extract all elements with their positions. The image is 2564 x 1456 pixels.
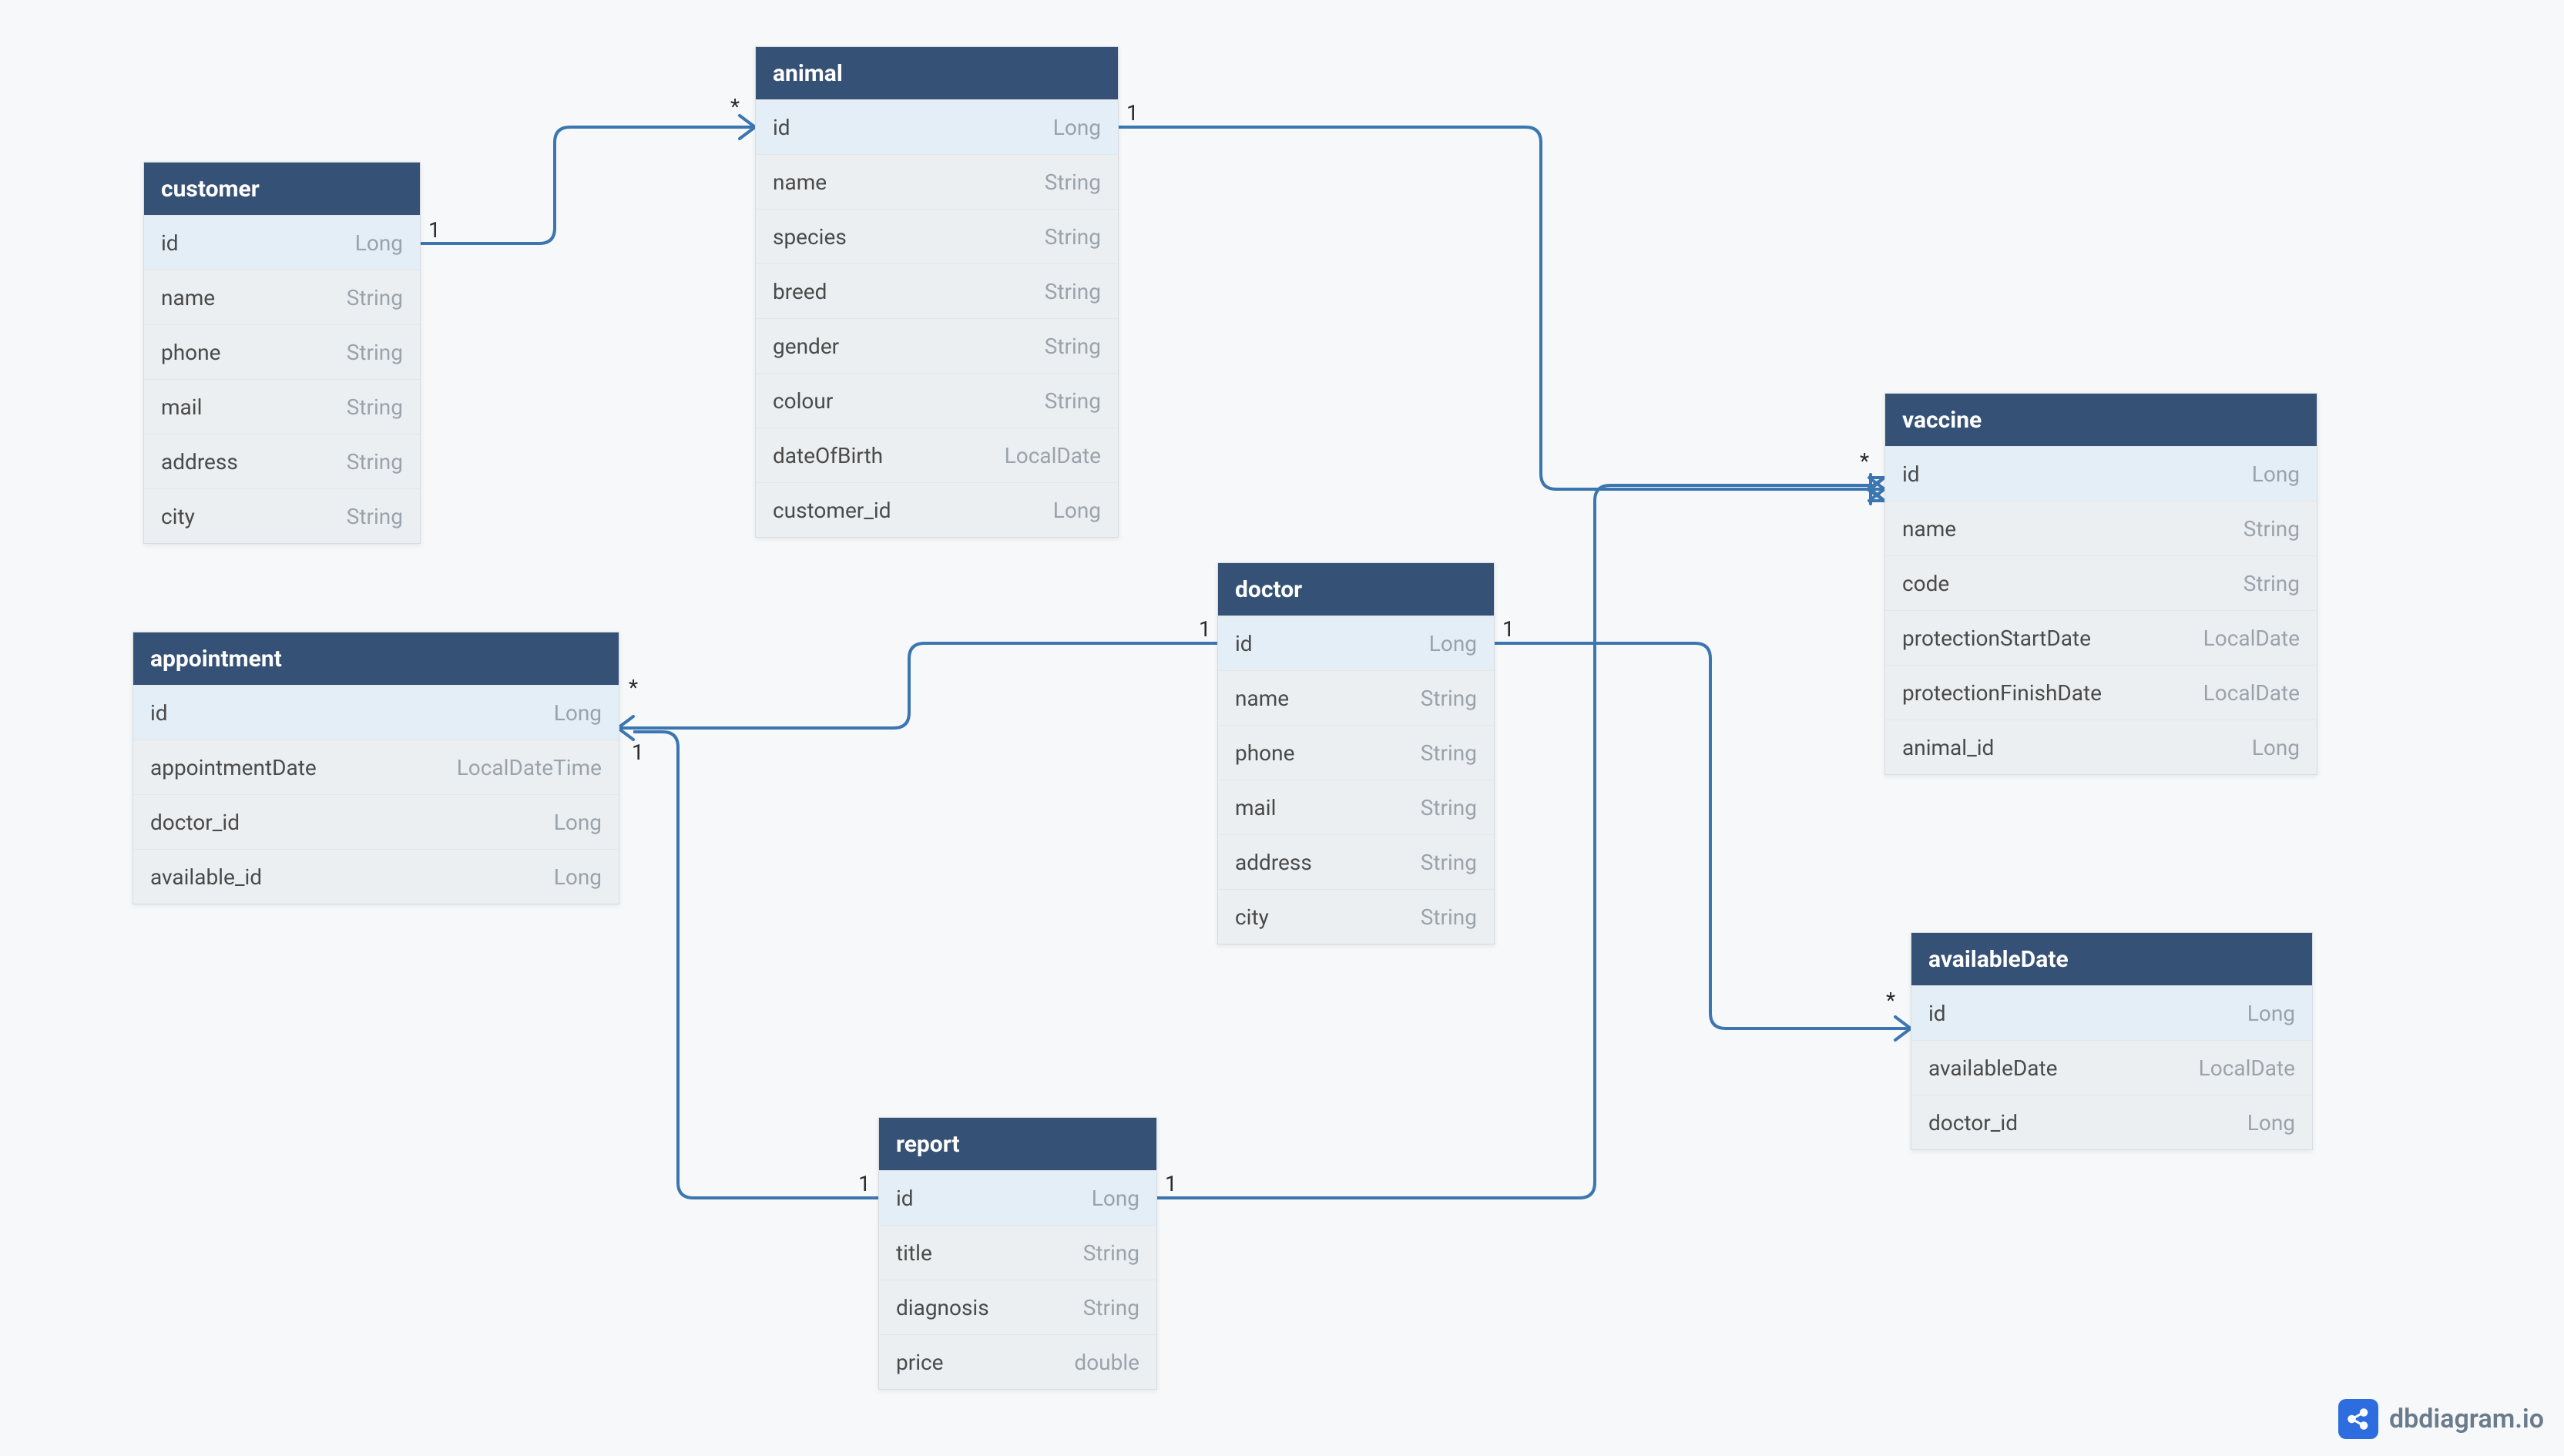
card-many: * bbox=[629, 675, 638, 700]
table-appointment[interactable]: appointment idLong appointmentDateLocalD… bbox=[133, 632, 619, 904]
table-row[interactable]: idLong bbox=[133, 685, 619, 740]
table-header: doctor bbox=[1218, 563, 1494, 616]
table-row[interactable]: titleString bbox=[879, 1225, 1156, 1280]
table-row[interactable]: available_idLong bbox=[133, 849, 619, 904]
table-row[interactable]: cityString bbox=[144, 488, 420, 543]
share-icon bbox=[2338, 1399, 2378, 1439]
watermark-label: dbdiagram.io bbox=[2389, 1404, 2544, 1434]
table-row[interactable]: nameString bbox=[1218, 670, 1494, 725]
table-row[interactable]: idLong bbox=[144, 215, 420, 270]
table-row[interactable]: nameString bbox=[144, 270, 420, 324]
table-row[interactable]: animal_idLong bbox=[1885, 720, 2317, 774]
table-row[interactable]: idLong bbox=[879, 1170, 1156, 1225]
table-header: report bbox=[879, 1118, 1156, 1170]
table-customer[interactable]: customer idLong nameString phoneString m… bbox=[143, 162, 421, 544]
table-row[interactable]: addressString bbox=[1218, 834, 1494, 889]
table-vaccine[interactable]: vaccine idLong nameString codeString pro… bbox=[1884, 393, 2317, 775]
table-header: customer bbox=[144, 163, 420, 215]
table-row[interactable]: dateOfBirthLocalDate bbox=[756, 428, 1118, 482]
card-many: * bbox=[730, 94, 740, 119]
table-row[interactable]: protectionStartDateLocalDate bbox=[1885, 610, 2317, 665]
table-header: availableDate bbox=[1911, 933, 2312, 985]
table-row[interactable]: doctor_idLong bbox=[1911, 1095, 2312, 1149]
table-header: appointment bbox=[133, 632, 619, 685]
table-row[interactable]: pricedouble bbox=[879, 1334, 1156, 1389]
table-row[interactable]: mailString bbox=[1218, 780, 1494, 834]
table-row[interactable]: colourString bbox=[756, 373, 1118, 428]
table-row[interactable]: customer_idLong bbox=[756, 482, 1118, 537]
table-row[interactable]: speciesString bbox=[756, 209, 1118, 263]
table-row[interactable]: genderString bbox=[756, 318, 1118, 373]
card-one: 1 bbox=[632, 740, 644, 765]
table-header: animal bbox=[756, 47, 1118, 99]
table-row[interactable]: availableDateLocalDate bbox=[1911, 1040, 2312, 1095]
table-row[interactable]: idLong bbox=[1218, 616, 1494, 670]
table-doctor[interactable]: doctor idLong nameString phoneString mai… bbox=[1217, 562, 1495, 944]
table-row[interactable]: cityString bbox=[1218, 889, 1494, 944]
diagram-canvas[interactable]: 1 * 1 * 1 * 1 * 1 1 1 customer idLong na… bbox=[0, 0, 2564, 1456]
table-row[interactable]: idLong bbox=[1911, 985, 2312, 1040]
table-header: vaccine bbox=[1885, 394, 2317, 446]
card-one: 1 bbox=[858, 1171, 871, 1196]
card-one: 1 bbox=[1126, 100, 1139, 126]
table-row[interactable]: appointmentDateLocalDateTime bbox=[133, 740, 619, 794]
watermark[interactable]: dbdiagram.io bbox=[2338, 1399, 2544, 1439]
table-availabledate[interactable]: availableDate idLong availableDateLocalD… bbox=[1911, 932, 2313, 1150]
table-row[interactable]: phoneString bbox=[1218, 725, 1494, 780]
card-one: 1 bbox=[1199, 616, 1211, 642]
table-row[interactable]: breedString bbox=[756, 263, 1118, 318]
table-row[interactable]: idLong bbox=[756, 99, 1118, 154]
table-row[interactable]: nameString bbox=[1885, 501, 2317, 555]
table-report[interactable]: report idLong titleString diagnosisStrin… bbox=[878, 1117, 1157, 1390]
table-row[interactable]: codeString bbox=[1885, 555, 2317, 610]
table-row[interactable]: doctor_idLong bbox=[133, 794, 619, 849]
card-many: * bbox=[1886, 988, 1895, 1013]
card-many: * bbox=[1860, 448, 1869, 474]
table-row[interactable]: nameString bbox=[756, 154, 1118, 209]
table-row[interactable]: addressString bbox=[144, 434, 420, 488]
table-row[interactable]: idLong bbox=[1885, 446, 2317, 501]
card-one: 1 bbox=[1165, 1171, 1177, 1196]
table-animal[interactable]: animal idLong nameString speciesString b… bbox=[755, 46, 1119, 538]
card-one: 1 bbox=[1502, 616, 1515, 642]
card-one: 1 bbox=[428, 217, 441, 243]
table-row[interactable]: protectionFinishDateLocalDate bbox=[1885, 665, 2317, 720]
table-row[interactable]: phoneString bbox=[144, 324, 420, 379]
table-row[interactable]: mailString bbox=[144, 379, 420, 434]
table-row[interactable]: diagnosisString bbox=[879, 1280, 1156, 1334]
